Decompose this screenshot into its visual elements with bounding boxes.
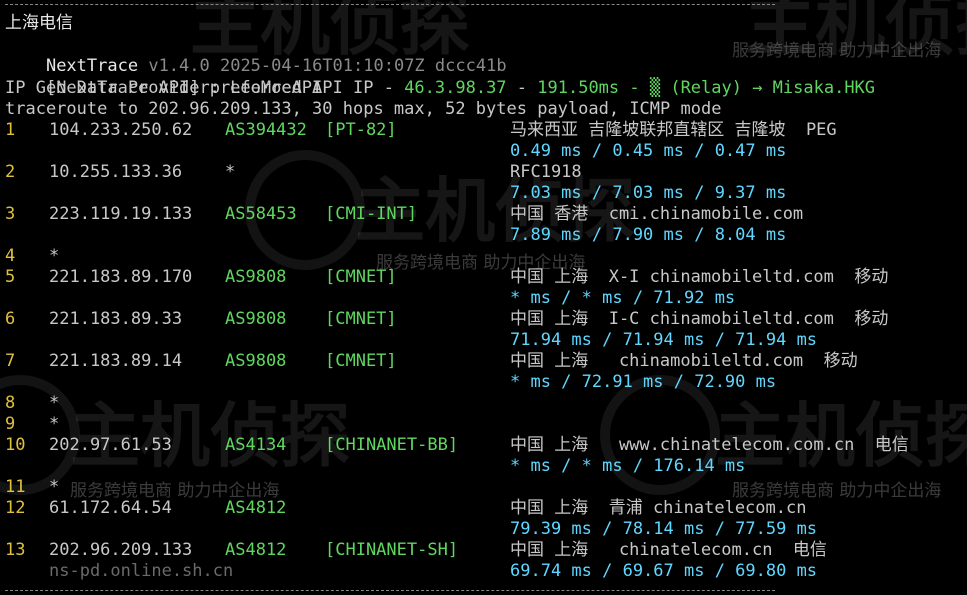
api-line: [NextTrace API] preferred API IP - 46.3.… bbox=[5, 57, 875, 98]
hop-ip: * bbox=[49, 393, 60, 413]
hop-asn: * bbox=[225, 162, 236, 182]
hop-number: 5 bbox=[5, 267, 16, 287]
watermark-logo-text: 主机侦探 bbox=[715, 395, 967, 477]
hop-number: 12 bbox=[5, 498, 26, 518]
hop-geo: 中国 上海 I-C chinamobileltd.com 移动 bbox=[510, 309, 889, 329]
hop-geo: 中国 香港 cmi.chinamobile.com bbox=[510, 204, 804, 224]
hop-ip: * bbox=[49, 414, 60, 434]
hop-ip: 221.183.89.14 bbox=[49, 351, 183, 371]
hop-ip: * bbox=[49, 477, 60, 497]
hop-ip: 61.172.64.54 bbox=[49, 498, 172, 518]
hop-network-tag: [CHINANET-BB] bbox=[325, 435, 459, 455]
hop-geo: 中国 上海 www.chinatelecom.com.cn 电信 bbox=[510, 435, 909, 455]
hop-number: 3 bbox=[5, 204, 16, 224]
hop-ip: 104.233.250.62 bbox=[49, 120, 193, 140]
top-divider bbox=[5, 4, 775, 5]
api-ip: 46.3.98.37 bbox=[404, 78, 507, 98]
hop-ip: 202.96.209.133 bbox=[49, 540, 193, 560]
traceroute-line: traceroute to 202.96.209.133, 30 hops ma… bbox=[5, 99, 722, 119]
hop-rtt: * ms / * ms / 176.14 ms bbox=[510, 456, 746, 476]
hop-geo: RFC1918 bbox=[510, 162, 582, 182]
hop-asn: AS9808 bbox=[225, 267, 287, 287]
hop-network-tag: [PT-82] bbox=[325, 120, 397, 140]
hop-asn: AS4812 bbox=[225, 498, 287, 518]
hop-geo: 中国 上海 chinamobileltd.com 移动 bbox=[510, 351, 858, 371]
hop-ip: 221.183.89.170 bbox=[49, 267, 193, 287]
hop-ip: 221.183.89.33 bbox=[49, 309, 183, 329]
hop-number: 7 bbox=[5, 351, 16, 371]
hop-number: 1 bbox=[5, 120, 16, 140]
bottom-divider bbox=[5, 590, 775, 591]
hop-number: 9 bbox=[5, 414, 16, 434]
hop-number: 10 bbox=[5, 435, 26, 455]
watermark-logo-text: 主机侦探 bbox=[70, 395, 350, 477]
hop-rtt: 79.39 ms / 78.14 ms / 77.59 ms bbox=[510, 519, 818, 539]
hop-ip: * bbox=[49, 246, 60, 266]
hop-rtt: * ms / 72.91 ms / 72.90 ms bbox=[510, 372, 777, 392]
hop-geo: 中国 上海 青浦 chinatelecom.cn bbox=[510, 498, 807, 518]
location-title: 上海电信 bbox=[5, 13, 73, 33]
hop-asn: AS4812 bbox=[225, 540, 287, 560]
hop-rtt: 71.94 ms / 71.94 ms / 71.94 ms bbox=[510, 330, 818, 350]
hop-ip: 223.119.19.133 bbox=[49, 204, 193, 224]
hop-geo: 中国 上海 chinatelecom.cn 电信 bbox=[510, 540, 827, 560]
geo-provider-line: IP Geo Data Provider: LeoMoeAPI bbox=[5, 78, 323, 98]
hop-rtt: 69.74 ms / 69.67 ms / 69.80 ms bbox=[510, 561, 818, 581]
hop-rtt: 7.03 ms / 7.03 ms / 9.37 ms bbox=[510, 183, 787, 203]
hop-number: 2 bbox=[5, 162, 16, 182]
hop-network-tag: [CHINANET-SH] bbox=[325, 540, 459, 560]
hop-number: 13 bbox=[5, 540, 26, 560]
hop-ip: 10.255.133.36 bbox=[49, 162, 183, 182]
api-latency: 191.50ms bbox=[537, 78, 620, 98]
hop-number: 4 bbox=[5, 246, 16, 266]
hop-network-tag: [CMNET] bbox=[325, 309, 397, 329]
hop-rdns: ns-pd.online.sh.cn bbox=[49, 561, 234, 581]
hop-rtt: 0.49 ms / 0.45 ms / 0.47 ms bbox=[510, 141, 787, 161]
hop-ip: 202.97.61.53 bbox=[49, 435, 172, 455]
hop-asn: AS9808 bbox=[225, 309, 287, 329]
hop-number: 6 bbox=[5, 309, 16, 329]
hop-network-tag: [CMNET] bbox=[325, 267, 397, 287]
hop-asn: AS394432 bbox=[225, 120, 307, 140]
hop-network-tag: [CMNET] bbox=[325, 351, 397, 371]
hop-number: 11 bbox=[5, 477, 26, 497]
hop-rtt: * ms / * ms / 71.92 ms bbox=[510, 288, 736, 308]
hop-rtt: 7.89 ms / 7.90 ms / 8.04 ms bbox=[510, 225, 787, 245]
hop-geo: 马来西亚 吉隆坡联邦直辖区 吉隆坡 PEG bbox=[510, 120, 837, 140]
hop-asn: AS58453 bbox=[225, 204, 297, 224]
hop-network-tag: [CMI-INT] bbox=[325, 204, 418, 224]
api-sep: - bbox=[506, 78, 538, 98]
api-relay: - ▒ (Relay) → Misaka.HKG bbox=[619, 78, 876, 98]
hop-asn: AS9808 bbox=[225, 351, 287, 371]
hop-number: 8 bbox=[5, 393, 16, 413]
hop-geo: 中国 上海 X-I chinamobileltd.com 移动 bbox=[510, 267, 889, 287]
hop-asn: AS4134 bbox=[225, 435, 287, 455]
version-line: NextTrace v1.4.0 2025-04-16T01:10:07Z dc… bbox=[5, 35, 507, 76]
